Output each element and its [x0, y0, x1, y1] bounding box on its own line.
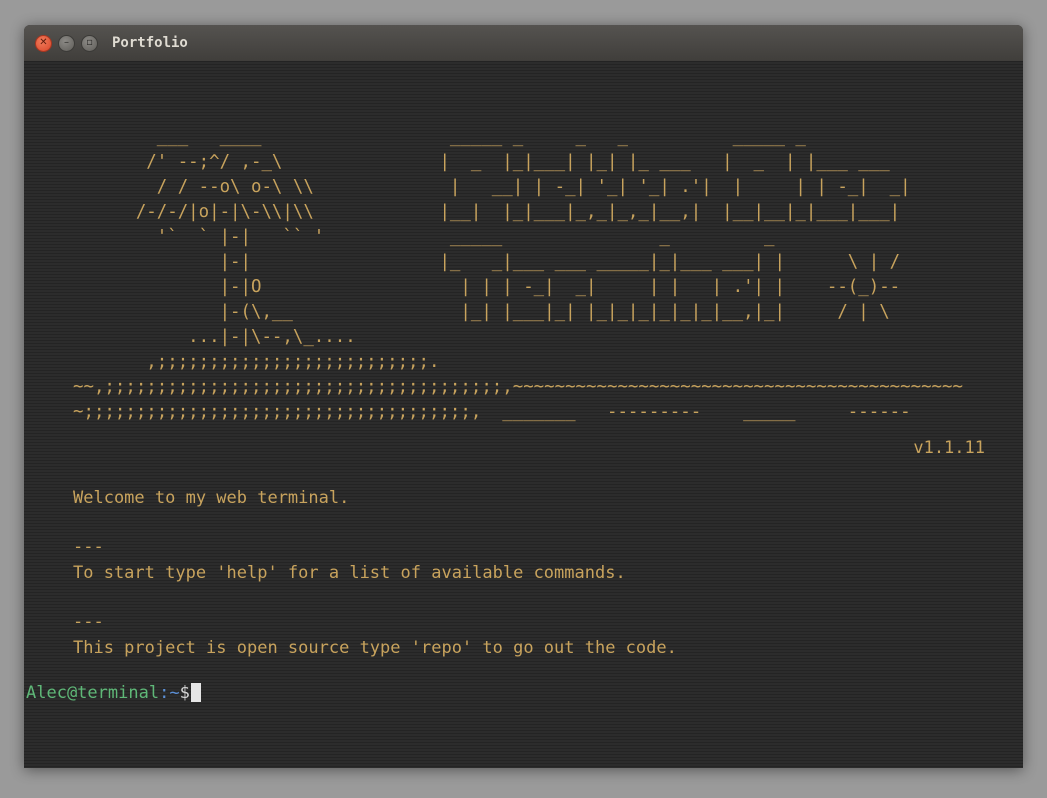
ascii-banner: ___ ____ _____ _ _ _ _____ _ /' --;^/ ,-…	[73, 127, 963, 422]
repo-hint: This project is open source type 'repo' …	[73, 638, 677, 658]
terminal-screen[interactable]: ___ ____ _____ _ _ _ _____ _ /' --;^/ ,-…	[24, 62, 1023, 768]
window-controls: ✕ – ▫	[35, 34, 98, 52]
command-prompt[interactable]: Alec@terminal:~$	[26, 682, 201, 704]
text-cursor	[190, 683, 201, 702]
separator-line: ---	[73, 612, 104, 632]
prompt-symbol: $	[179, 683, 190, 703]
maximize-button[interactable]: ▫	[81, 34, 98, 52]
close-icon: ✕	[39, 37, 48, 48]
window-title: Portfolio	[112, 35, 188, 51]
close-button[interactable]: ✕	[35, 34, 52, 52]
prompt-path: ~	[169, 683, 180, 703]
maximize-icon: ▫	[86, 37, 93, 48]
minimize-button[interactable]: –	[58, 34, 75, 52]
minimize-icon: –	[64, 37, 69, 48]
prompt-user-host: Alec@terminal	[26, 683, 160, 703]
welcome-message: Welcome to my web terminal.	[73, 488, 350, 508]
prompt-colon: :	[159, 683, 170, 703]
help-hint: To start type 'help' for a list of avail…	[73, 563, 626, 583]
version-label: v1.1.11	[913, 438, 985, 458]
separator-line: ---	[73, 537, 104, 557]
terminal-window: ✕ – ▫ Portfolio ___ ____ _____ _ _ _ ___…	[24, 25, 1023, 768]
title-bar[interactable]: ✕ – ▫ Portfolio	[24, 25, 1023, 62]
